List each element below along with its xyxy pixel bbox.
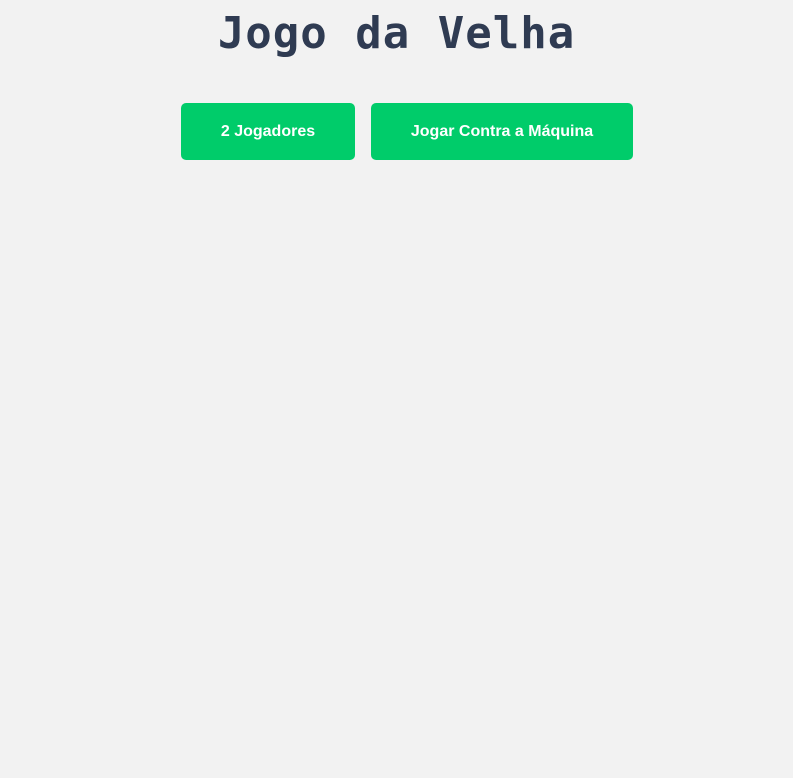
two-players-button[interactable]: 2 Jogadores	[181, 103, 355, 160]
game-page: Jogo da Velha 2 Jogadores Jogar Contra a…	[0, 0, 793, 778]
play-vs-computer-button[interactable]: Jogar Contra a Máquina	[371, 103, 633, 160]
page-title: Jogo da Velha	[217, 8, 576, 59]
